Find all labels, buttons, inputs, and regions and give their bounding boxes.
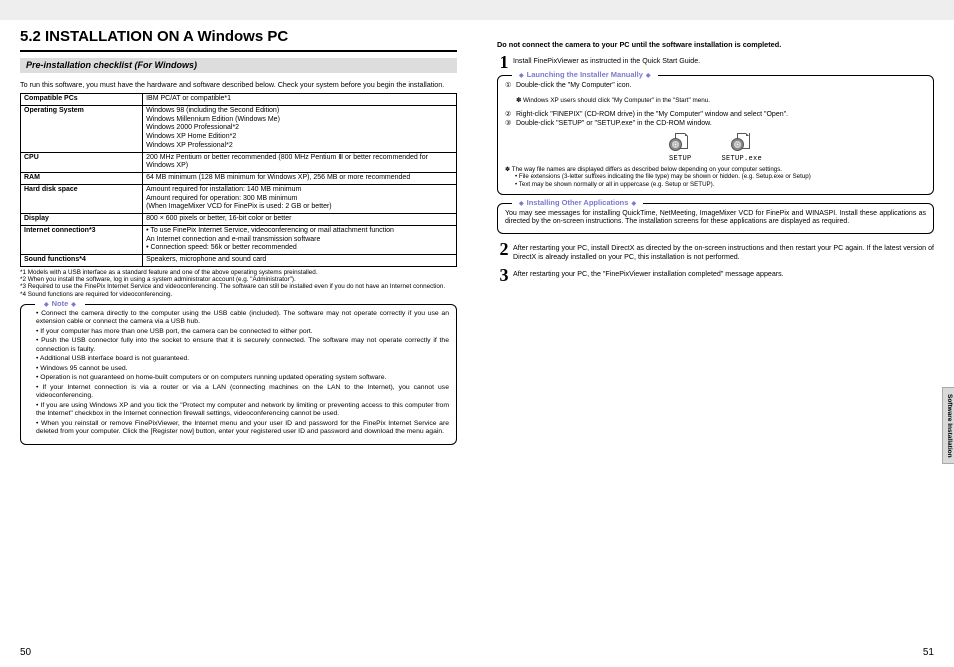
launch-star: ✽ Windows XP users should click "My Comp… bbox=[516, 97, 926, 105]
other-apps-label: Installing Other Applications bbox=[512, 198, 643, 209]
page-right: Do not connect the camera to your PC unt… bbox=[477, 0, 954, 667]
spec-value: Amount required for installation: 140 MB… bbox=[143, 184, 457, 213]
spec-value: 800 × 600 pixels or better, 16-bit color… bbox=[143, 214, 457, 226]
footnote: *4 Sound functions are required for vide… bbox=[20, 291, 457, 298]
spec-header: RAM bbox=[21, 173, 143, 185]
spec-value: 64 MB minimum (128 MB minimum for Window… bbox=[143, 173, 457, 185]
spec-header: Display bbox=[21, 214, 143, 226]
filename-note-lead: ✽ The way file names are displayed diffe… bbox=[505, 166, 926, 173]
spec-value: Windows 98 (including the Second Edition… bbox=[143, 105, 457, 152]
table-row: Display800 × 600 pixels or better, 16-bi… bbox=[21, 214, 457, 226]
note-label: Note bbox=[35, 299, 85, 310]
spec-header: Sound functions*4 bbox=[21, 255, 143, 267]
launch-step-3: ③Double-click "SETUP" or "SETUP.exe" in … bbox=[505, 120, 926, 129]
setup-icons: SETUP SETUP.exe bbox=[505, 133, 926, 164]
filename-note-2: • Text may be shown normally or all in u… bbox=[505, 181, 926, 188]
footnote: *1 Models with a USB interface as a stan… bbox=[20, 269, 457, 276]
step-3-text: After restarting your PC, the "FinePixVi… bbox=[513, 268, 934, 282]
spec-value: 200 MHz Pentium or better recommended (8… bbox=[143, 152, 457, 173]
footnote: *2 When you install the software, log in… bbox=[20, 276, 457, 283]
step-1-text: Install FinePixViewer as instructed in t… bbox=[513, 55, 934, 69]
table-row: CPU200 MHz Pentium or better recommended… bbox=[21, 152, 457, 173]
table-row: Hard disk spaceAmount required for insta… bbox=[21, 184, 457, 213]
step-3: 3 After restarting your PC, the "FinePix… bbox=[497, 268, 934, 282]
launch-step-1: ①Double-click the "My Computer" icon. bbox=[505, 82, 926, 91]
warning-text: Do not connect the camera to your PC unt… bbox=[497, 40, 934, 49]
setup-icon-a: SETUP bbox=[669, 133, 692, 164]
table-row: Operating SystemWindows 98 (including th… bbox=[21, 105, 457, 152]
launch-step-2: ②Right-click "FINEPIX" (CD-ROM drive) in… bbox=[505, 111, 926, 120]
intro-text: To run this software, you must have the … bbox=[20, 80, 457, 89]
header-bar bbox=[0, 0, 477, 20]
table-row: Compatible PCsIBM PC/AT or compatible*1 bbox=[21, 94, 457, 106]
setup-label-a: SETUP bbox=[669, 155, 692, 163]
table-row: Internet connection*3• To use FinePix In… bbox=[21, 225, 457, 254]
cd-file-icon bbox=[731, 133, 753, 151]
spec-table: Compatible PCsIBM PC/AT or compatible*1O… bbox=[20, 93, 457, 267]
spec-header: Hard disk space bbox=[21, 184, 143, 213]
spec-header: Internet connection*3 bbox=[21, 225, 143, 254]
filename-note-1: • File extensions (3-letter suffixes ind… bbox=[505, 173, 926, 180]
note-item: Connect the camera directly to the compu… bbox=[36, 310, 449, 327]
note-item: When you reinstall or remove FinePixView… bbox=[36, 420, 449, 437]
setup-label-b: SETUP.exe bbox=[722, 155, 763, 163]
cd-file-icon bbox=[669, 133, 691, 151]
page-number-right: 51 bbox=[923, 647, 934, 660]
table-row: RAM64 MB minimum (128 MB minimum for Win… bbox=[21, 173, 457, 185]
subheading: Pre-installation checklist (For Windows) bbox=[20, 58, 457, 73]
spec-value: • To use FinePix Internet Service, video… bbox=[143, 225, 457, 254]
spec-header: Operating System bbox=[21, 105, 143, 152]
table-row: Sound functions*4Speakers, microphone an… bbox=[21, 255, 457, 267]
launch-label: Launching the Installer Manually bbox=[512, 70, 658, 81]
note-item: Push the USB connector fully into the so… bbox=[36, 337, 449, 354]
page-left: 5.2 INSTALLATION ON A Windows PC Pre-ins… bbox=[0, 0, 477, 667]
spec-header: Compatible PCs bbox=[21, 94, 143, 106]
note-item: Additional USB interface board is not gu… bbox=[36, 355, 449, 363]
note-box: Note Connect the camera directly to the … bbox=[20, 304, 457, 445]
step-2-text: After restarting your PC, install Direct… bbox=[513, 242, 934, 262]
launch-box: Launching the Installer Manually ①Double… bbox=[497, 75, 934, 195]
step-2: 2 After restarting your PC, install Dire… bbox=[497, 242, 934, 262]
side-tab: Software Installation bbox=[942, 387, 954, 465]
note-list: Connect the camera directly to the compu… bbox=[28, 310, 449, 437]
note-item: If your Internet connection is via a rou… bbox=[36, 384, 449, 401]
section-title: 5.2 INSTALLATION ON A Windows PC bbox=[20, 28, 457, 52]
setup-icon-b: SETUP.exe bbox=[722, 133, 763, 164]
other-apps-box: Installing Other Applications You may se… bbox=[497, 203, 934, 235]
spec-header: CPU bbox=[21, 152, 143, 173]
header-bar bbox=[477, 0, 954, 20]
note-item: Operation is not guaranteed on home-buil… bbox=[36, 374, 449, 382]
footnote: *3 Required to use the FinePix Internet … bbox=[20, 283, 457, 290]
spec-value: Speakers, microphone and sound card bbox=[143, 255, 457, 267]
note-item: Windows 95 cannot be used. bbox=[36, 365, 449, 373]
spec-value: IBM PC/AT or compatible*1 bbox=[143, 94, 457, 106]
note-item: If you are using Windows XP and you tick… bbox=[36, 402, 449, 419]
other-apps-body: You may see messages for installing Quic… bbox=[505, 210, 926, 228]
step-1: 1 Install FinePixViewer as instructed in… bbox=[497, 55, 934, 69]
note-item: If your computer has more than one USB p… bbox=[36, 328, 449, 336]
page-number-left: 50 bbox=[20, 647, 31, 660]
